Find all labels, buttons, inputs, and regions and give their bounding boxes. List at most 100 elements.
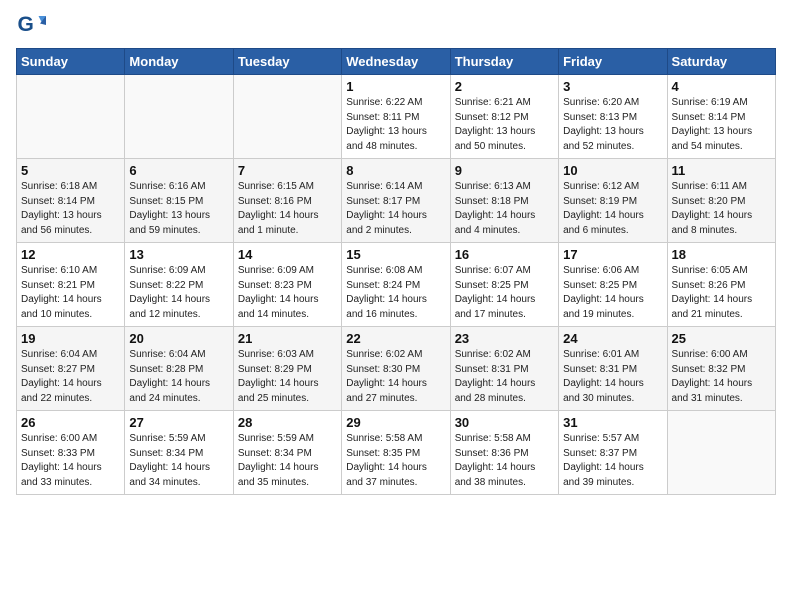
calendar-cell: 15 Sunrise: 6:08 AM Sunset: 8:24 PM Dayli… [342,243,450,327]
calendar-cell: 21 Sunrise: 6:03 AM Sunset: 8:29 PM Dayli… [233,327,341,411]
calendar-header-friday: Friday [559,49,667,75]
calendar-cell: 11 Sunrise: 6:11 AM Sunset: 8:20 PM Dayli… [667,159,775,243]
calendar-cell: 16 Sunrise: 6:07 AM Sunset: 8:25 PM Dayli… [450,243,558,327]
day-number: 6 [129,163,228,178]
day-info: Sunrise: 6:15 AM Sunset: 8:16 PM Dayligh… [238,180,337,238]
day-info: Sunrise: 6:01 AM Sunset: 8:31 PM Dayligh… [563,348,662,406]
day-number: 2 [455,79,554,94]
calendar-cell: 23Sunrise: 6:02 AM Sunset: 8:31 PM Dayli… [450,327,558,411]
calendar-cell: 20Sunrise: 6:04 AM Sunset: 8:28 PM Dayli… [125,327,233,411]
calendar-cell: 30 Sunrise: 5:58 AM Sunset: 8:36 PM Dayli… [450,411,558,495]
day-info: Sunrise: 6:04 AM Sunset: 8:28 PM Dayligh… [129,348,228,406]
calendar-cell: 22 Sunrise: 6:02 AM Sunset: 8:30 PM Dayli… [342,327,450,411]
day-info: Sunrise: 6:21 AM Sunset: 8:12 PM Dayligh… [455,96,554,154]
day-info: Sunrise: 5:59 AM Sunset: 8:34 PM Dayligh… [129,432,228,490]
day-info: Sunrise: 6:22 AM Sunset: 8:11 PM Dayligh… [346,96,445,154]
calendar-cell: 12 Sunrise: 6:10 AM Sunset: 8:21 PM Dayli… [17,243,125,327]
day-info: Sunrise: 6:05 AM Sunset: 8:26 PM Dayligh… [672,264,771,322]
day-number: 17 [563,247,662,262]
day-number: 11 [672,163,771,178]
day-number: 3 [563,79,662,94]
day-info: Sunrise: 6:11 AM Sunset: 8:20 PM Dayligh… [672,180,771,238]
calendar-cell: 24Sunrise: 6:01 AM Sunset: 8:31 PM Dayli… [559,327,667,411]
day-number: 18 [672,247,771,262]
calendar-cell: 7Sunrise: 6:15 AM Sunset: 8:16 PM Daylig… [233,159,341,243]
calendar-cell [233,75,341,159]
calendar-cell: 6Sunrise: 6:16 AM Sunset: 8:15 PM Daylig… [125,159,233,243]
day-info: Sunrise: 6:07 AM Sunset: 8:25 PM Dayligh… [455,264,554,322]
day-info: Sunrise: 6:19 AM Sunset: 8:14 PM Dayligh… [672,96,771,154]
day-info: Sunrise: 6:12 AM Sunset: 8:19 PM Dayligh… [563,180,662,238]
day-info: Sunrise: 6:00 AM Sunset: 8:33 PM Dayligh… [21,432,120,490]
calendar-cell [667,411,775,495]
day-info: Sunrise: 6:13 AM Sunset: 8:18 PM Dayligh… [455,180,554,238]
day-info: Sunrise: 6:02 AM Sunset: 8:30 PM Dayligh… [346,348,445,406]
day-info: Sunrise: 6:20 AM Sunset: 8:13 PM Dayligh… [563,96,662,154]
day-number: 1 [346,79,445,94]
calendar-cell: 17 Sunrise: 6:06 AM Sunset: 8:25 PM Dayli… [559,243,667,327]
day-number: 15 [346,247,445,262]
calendar-cell: 2 Sunrise: 6:21 AM Sunset: 8:12 PM Daylig… [450,75,558,159]
calendar-header-row: SundayMondayTuesdayWednesdayThursdayFrid… [17,49,776,75]
calendar: SundayMondayTuesdayWednesdayThursdayFrid… [16,48,776,495]
day-info: Sunrise: 6:06 AM Sunset: 8:25 PM Dayligh… [563,264,662,322]
day-number: 14 [238,247,337,262]
day-number: 9 [455,163,554,178]
day-number: 4 [672,79,771,94]
day-info: Sunrise: 6:03 AM Sunset: 8:29 PM Dayligh… [238,348,337,406]
day-number: 28 [238,415,337,430]
day-number: 8 [346,163,445,178]
calendar-cell: 10 Sunrise: 6:12 AM Sunset: 8:19 PM Dayli… [559,159,667,243]
day-number: 16 [455,247,554,262]
day-info: Sunrise: 5:57 AM Sunset: 8:37 PM Dayligh… [563,432,662,490]
logo: G [16,10,50,40]
calendar-cell: 13 Sunrise: 6:09 AM Sunset: 8:22 PM Dayli… [125,243,233,327]
day-info: Sunrise: 6:00 AM Sunset: 8:32 PM Dayligh… [672,348,771,406]
day-info: Sunrise: 6:14 AM Sunset: 8:17 PM Dayligh… [346,180,445,238]
day-number: 12 [21,247,120,262]
calendar-header-thursday: Thursday [450,49,558,75]
calendar-week-3: 12 Sunrise: 6:10 AM Sunset: 8:21 PM Dayli… [17,243,776,327]
logo-icon: G [16,10,46,40]
calendar-week-1: 1 Sunrise: 6:22 AM Sunset: 8:11 PM Daylig… [17,75,776,159]
calendar-week-2: 5 Sunrise: 6:18 AM Sunset: 8:14 PM Daylig… [17,159,776,243]
calendar-week-5: 26 Sunrise: 6:00 AM Sunset: 8:33 PM Dayli… [17,411,776,495]
header: G [16,10,776,40]
calendar-cell: 9 Sunrise: 6:13 AM Sunset: 8:18 PM Daylig… [450,159,558,243]
calendar-cell: 31 Sunrise: 5:57 AM Sunset: 8:37 PM Dayli… [559,411,667,495]
calendar-header-wednesday: Wednesday [342,49,450,75]
calendar-cell: 25 Sunrise: 6:00 AM Sunset: 8:32 PM Dayli… [667,327,775,411]
day-number: 27 [129,415,228,430]
day-number: 30 [455,415,554,430]
calendar-cell: 19Sunrise: 6:04 AM Sunset: 8:27 PM Dayli… [17,327,125,411]
calendar-week-4: 19Sunrise: 6:04 AM Sunset: 8:27 PM Dayli… [17,327,776,411]
svg-text:G: G [18,13,34,36]
calendar-cell [125,75,233,159]
day-number: 31 [563,415,662,430]
day-info: Sunrise: 5:58 AM Sunset: 8:35 PM Dayligh… [346,432,445,490]
day-info: Sunrise: 5:58 AM Sunset: 8:36 PM Dayligh… [455,432,554,490]
day-number: 25 [672,331,771,346]
page: G SundayMondayTuesdayWednesdayThursdayFr… [0,0,792,612]
day-info: Sunrise: 6:09 AM Sunset: 8:22 PM Dayligh… [129,264,228,322]
day-number: 5 [21,163,120,178]
day-info: Sunrise: 6:02 AM Sunset: 8:31 PM Dayligh… [455,348,554,406]
day-info: Sunrise: 6:08 AM Sunset: 8:24 PM Dayligh… [346,264,445,322]
calendar-cell: 29 Sunrise: 5:58 AM Sunset: 8:35 PM Dayli… [342,411,450,495]
calendar-cell: 5 Sunrise: 6:18 AM Sunset: 8:14 PM Daylig… [17,159,125,243]
day-info: Sunrise: 5:59 AM Sunset: 8:34 PM Dayligh… [238,432,337,490]
day-number: 26 [21,415,120,430]
calendar-cell [17,75,125,159]
calendar-cell: 14Sunrise: 6:09 AM Sunset: 8:23 PM Dayli… [233,243,341,327]
calendar-cell: 26 Sunrise: 6:00 AM Sunset: 8:33 PM Dayli… [17,411,125,495]
calendar-header-tuesday: Tuesday [233,49,341,75]
day-number: 22 [346,331,445,346]
day-number: 21 [238,331,337,346]
day-number: 10 [563,163,662,178]
day-number: 19 [21,331,120,346]
calendar-cell: 4 Sunrise: 6:19 AM Sunset: 8:14 PM Daylig… [667,75,775,159]
day-info: Sunrise: 6:10 AM Sunset: 8:21 PM Dayligh… [21,264,120,322]
day-info: Sunrise: 6:18 AM Sunset: 8:14 PM Dayligh… [21,180,120,238]
day-number: 13 [129,247,228,262]
day-number: 29 [346,415,445,430]
